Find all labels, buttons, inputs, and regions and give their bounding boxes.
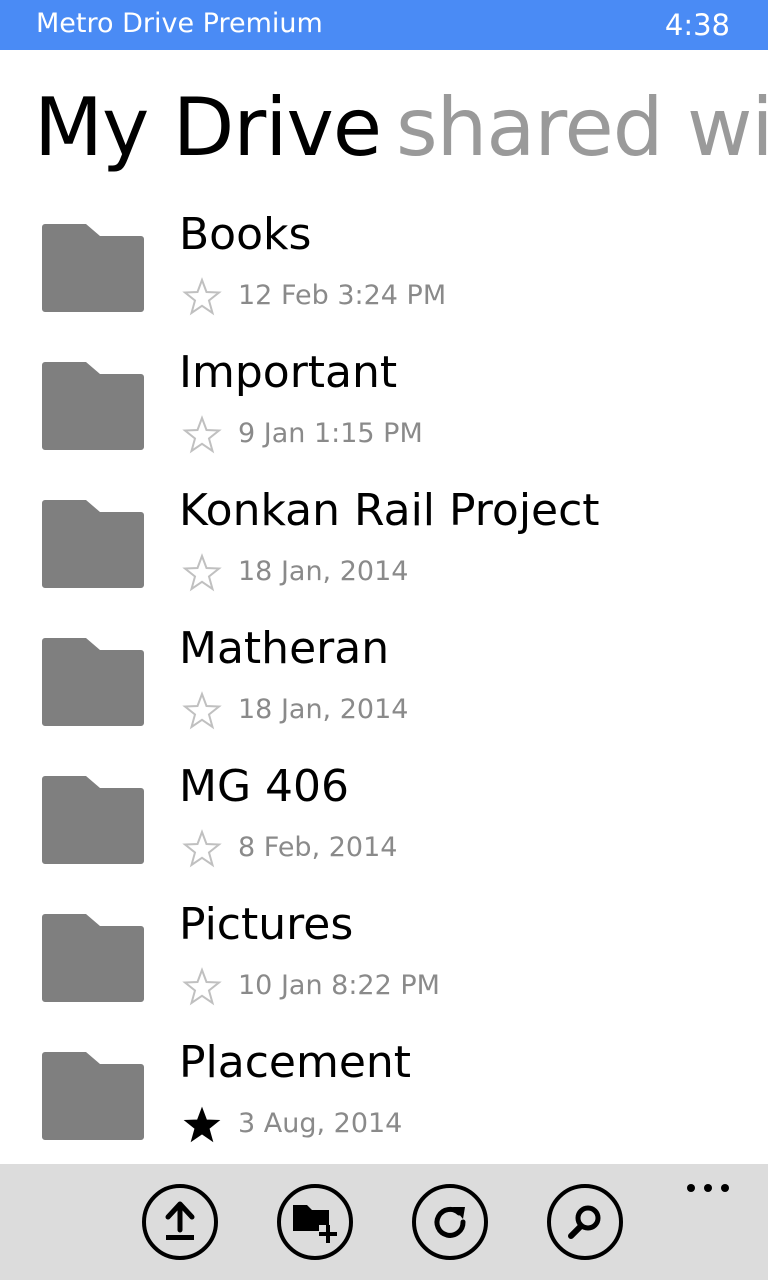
ellipsis-icon[interactable]: [684, 1180, 732, 1196]
app-title: Metro Drive Premium: [36, 8, 323, 39]
list-item[interactable]: Matheran 18 Jan, 2014: [0, 620, 768, 758]
upload-icon: [165, 1201, 195, 1240]
folder-name: Placement: [179, 1037, 412, 1088]
tab-my-drive[interactable]: My Drive: [34, 78, 382, 178]
modified-date: 10 Jan 8:22 PM: [238, 970, 440, 1001]
folder-icon: [42, 638, 144, 726]
folder-icon: [42, 362, 144, 450]
modified-date: 18 Jan, 2014: [238, 694, 409, 725]
list-item[interactable]: MG 406 8 Feb, 2014: [0, 758, 768, 896]
star-outline-icon[interactable]: [182, 415, 222, 455]
modified-date: 3 Aug, 2014: [238, 1108, 403, 1139]
folder-list: Books 12 Feb 3:24 PM Important 9 Jan 1:1…: [0, 206, 768, 1172]
modified-date: 18 Jan, 2014: [238, 556, 409, 587]
app-bar: [0, 1164, 768, 1280]
star-outline-icon[interactable]: [182, 967, 222, 1007]
folder-icon: [42, 500, 144, 588]
star-outline-icon[interactable]: [182, 277, 222, 317]
modified-date: 9 Jan 1:15 PM: [238, 418, 423, 449]
star-filled-icon[interactable]: [182, 1105, 222, 1145]
modified-date: 8 Feb, 2014: [238, 832, 398, 863]
folder-name: Konkan Rail Project: [179, 485, 600, 536]
folder-icon: [42, 1052, 144, 1140]
modified-date: 12 Feb 3:24 PM: [238, 280, 447, 311]
list-item[interactable]: Important 9 Jan 1:15 PM: [0, 344, 768, 482]
folder-name: MG 406: [179, 761, 350, 812]
pivot-header: My Drive shared wit: [0, 78, 768, 188]
folder-icon: [42, 914, 144, 1002]
tab-shared-with[interactable]: shared wit: [396, 78, 768, 178]
list-item[interactable]: Pictures 10 Jan 8:22 PM: [0, 896, 768, 1034]
star-outline-icon[interactable]: [182, 691, 222, 731]
search-icon: [568, 1205, 601, 1239]
folder-icon: [42, 776, 144, 864]
star-outline-icon[interactable]: [182, 829, 222, 869]
list-item[interactable]: Konkan Rail Project 18 Jan, 2014: [0, 482, 768, 620]
upload-button[interactable]: [142, 1184, 218, 1260]
clock: 4:38: [664, 8, 730, 42]
list-item[interactable]: Books 12 Feb 3:24 PM: [0, 206, 768, 344]
refresh-button[interactable]: [412, 1184, 488, 1260]
folder-icon: [42, 224, 144, 312]
star-outline-icon[interactable]: [182, 553, 222, 593]
list-item[interactable]: Placement 3 Aug, 2014: [0, 1034, 768, 1172]
search-button[interactable]: [547, 1184, 623, 1260]
new-folder-icon: [293, 1205, 337, 1243]
refresh-icon: [434, 1206, 466, 1238]
status-bar: Metro Drive Premium 4:38: [0, 0, 768, 50]
folder-name: Important: [179, 347, 398, 398]
new-folder-button[interactable]: [277, 1184, 353, 1260]
folder-name: Pictures: [179, 899, 354, 950]
folder-name: Books: [179, 209, 312, 260]
folder-name: Matheran: [179, 623, 390, 674]
